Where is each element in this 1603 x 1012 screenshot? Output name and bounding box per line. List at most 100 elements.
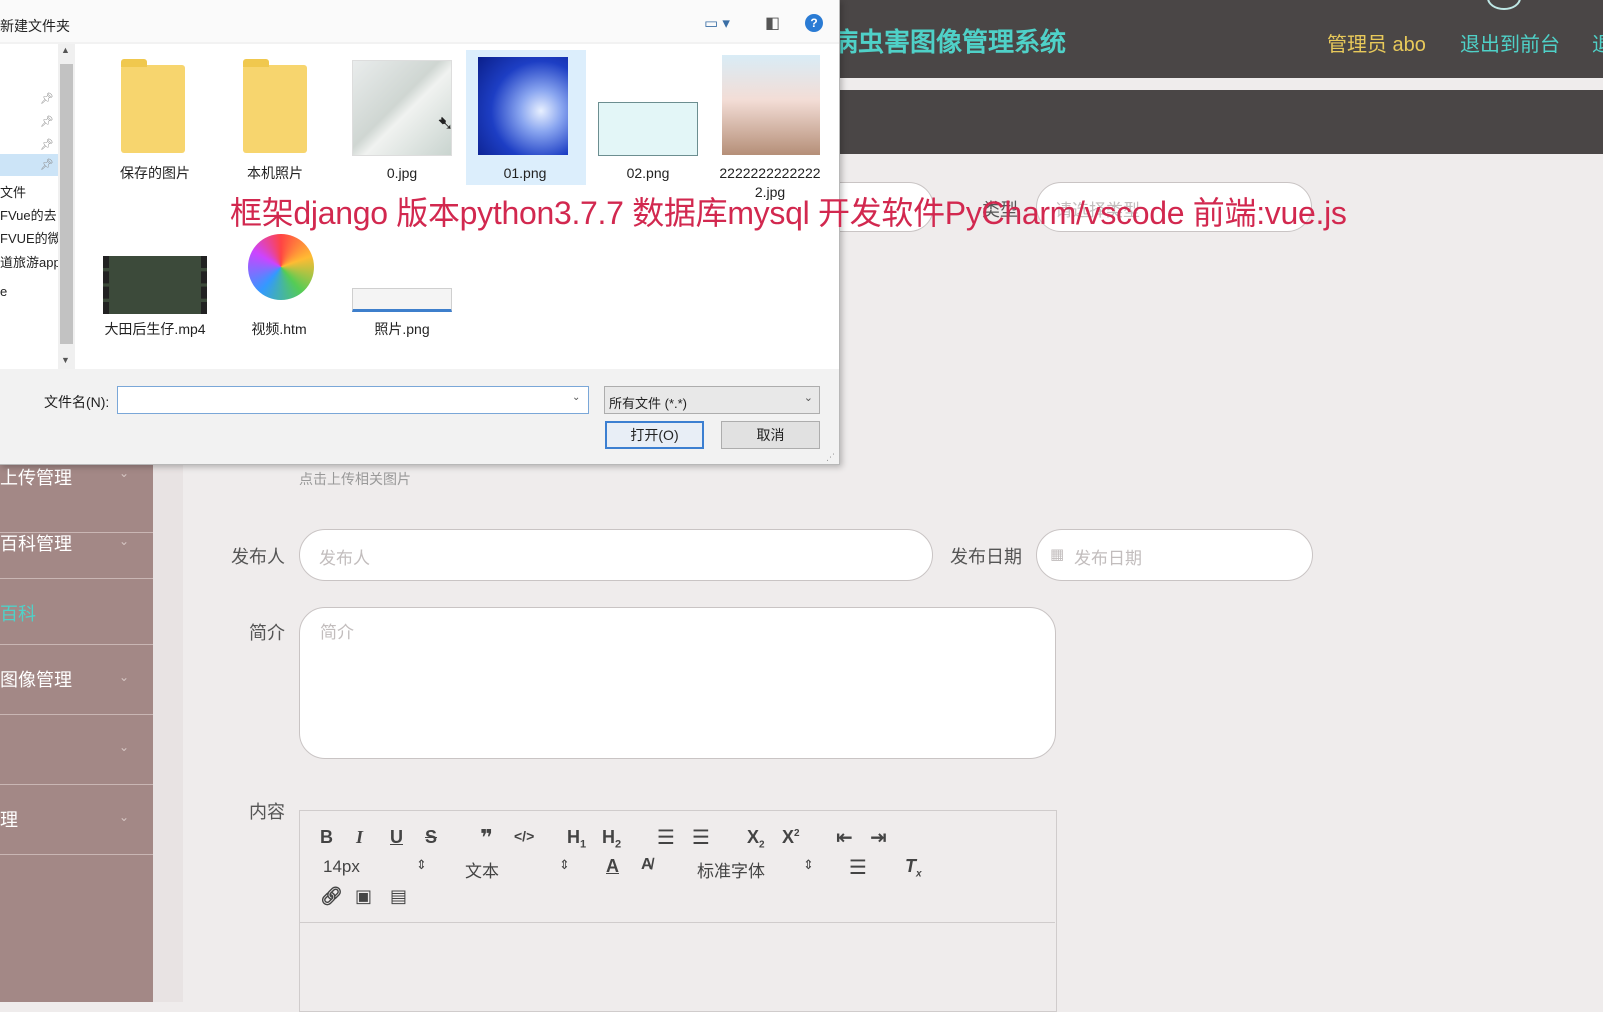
open-button[interactable]: 打开(O) <box>605 421 704 449</box>
folder-icon <box>243 59 307 153</box>
chevron-down-icon: ⌄ <box>118 740 129 754</box>
blockquote-icon[interactable]: ❞ <box>480 825 493 851</box>
publisher-label: 发布人 <box>231 547 285 567</box>
nav-item[interactable]: 道旅游app <box>0 252 58 271</box>
font-color-icon[interactable]: A <box>606 856 619 877</box>
new-folder-button[interactable]: 新建文件夹 <box>0 16 70 36</box>
sidebar-item-image-manage[interactable]: 图像管理 ⌄ <box>0 644 153 715</box>
browser-icon <box>248 234 314 300</box>
filename-input[interactable] <box>117 386 589 414</box>
scrollbar-thumb[interactable] <box>60 64 73 344</box>
bullet-list-icon[interactable]: ☰ <box>692 825 710 850</box>
video-thumbnail <box>103 256 207 314</box>
file-name: 保存的图片 <box>120 165 190 181</box>
date-label: 发布日期 <box>950 547 1022 567</box>
image-thumbnail <box>352 288 452 312</box>
calendar-icon: ▦ <box>1050 546 1065 563</box>
font-size-arrow-icon: ⇕ <box>416 857 427 872</box>
intro-placeholder: 简介 <box>320 623 354 642</box>
cursor-icon: ➷ <box>437 113 454 135</box>
nav-item[interactable]: FVue的去 <box>0 205 57 224</box>
filetype-select[interactable]: 所有文件 (*.*) ⌄ <box>604 386 820 414</box>
chevron-down-icon: ⌄ <box>118 534 129 548</box>
indent-icon[interactable]: ⇥ <box>870 825 887 850</box>
video-icon[interactable]: ▤ <box>390 886 407 907</box>
sidebar-item-wiki-manage[interactable]: 百科管理 ⌄ <box>0 508 153 579</box>
chevron-down-icon[interactable]: ⌄ <box>572 392 580 403</box>
underline-icon[interactable]: U <box>390 827 403 848</box>
file-name: 01.png <box>503 165 547 181</box>
sidebar-item-wiki[interactable]: 百科 <box>0 578 153 645</box>
clear-format-icon[interactable]: Tx <box>905 856 922 880</box>
publisher-input[interactable] <box>299 529 933 581</box>
intro-label: 简介 <box>249 623 285 643</box>
chevron-down-icon: ⌄ <box>118 466 129 480</box>
nav-item[interactable]: FVUE的微 <box>0 228 58 247</box>
system-title: 病虫害图像管理系统 <box>832 27 1067 57</box>
help-icon[interactable]: ? <box>805 14 823 32</box>
sidebar-item-label: 图像管理 <box>0 670 72 690</box>
italic-icon[interactable]: I <box>356 827 363 848</box>
pin-icon: 📌︎ <box>40 116 54 128</box>
exit-link[interactable]: 退 <box>1592 28 1603 57</box>
code-icon[interactable]: </> <box>514 828 534 844</box>
file-item[interactable]: 视频.htm <box>220 232 338 344</box>
file-name: 大田后生仔.mp4 <box>104 321 206 337</box>
nav-item[interactable]: 文件 <box>0 182 26 201</box>
file-name: 本机照片 <box>247 165 303 181</box>
file-item[interactable]: 大田后生仔.mp4 <box>96 244 214 344</box>
view-options-icon[interactable]: ▭ ▾ <box>704 14 730 32</box>
heading-select[interactable]: 文本 <box>465 857 499 882</box>
navigation-pane: 📌︎ 📌︎ 📌︎ 📌︎ 文件 FVue的去 FVUE的微 道旅游app e <box>0 44 58 369</box>
sidebar: 上传管理 ⌄ 百科管理 ⌄ 百科 图像管理 ⌄ ⌄ 理 ⌄ <box>0 462 153 1002</box>
overlay-caption: 框架django 版本python3.7.7 数据库mysql 开发软件PyCh… <box>230 195 1347 231</box>
file-item[interactable]: 01.png <box>466 52 584 182</box>
font-size-select[interactable]: 14px <box>323 857 360 877</box>
file-item[interactable]: 本机照片 <box>216 52 334 182</box>
file-name: 0.jpg <box>386 165 418 181</box>
strikethrough-icon[interactable]: S <box>425 827 437 848</box>
sidebar-item-blank[interactable]: ⌄ <box>0 714 153 785</box>
exit-to-front-link[interactable]: 退出到前台 <box>1460 28 1560 57</box>
file-item[interactable]: 22222222222222.jpg <box>712 52 830 202</box>
upload-hint: 点击上传相关图片 <box>299 471 411 487</box>
image-icon[interactable]: ▣ <box>355 886 372 907</box>
cancel-button[interactable]: 取消 <box>721 421 820 449</box>
chevron-down-icon: ⌄ <box>803 392 813 404</box>
intro-textarea[interactable] <box>299 607 1056 759</box>
sidebar-item-manage[interactable]: 理 ⌄ <box>0 784 153 855</box>
file-item[interactable]: 保存的图片 <box>96 52 214 182</box>
link-icon[interactable]: 🔗︎ <box>320 886 343 907</box>
font-family-select[interactable]: 标准字体 <box>697 857 765 882</box>
subscript-icon[interactable]: X2 <box>747 827 765 851</box>
file-name: 照片.png <box>374 321 430 337</box>
bold-icon[interactable]: B <box>320 827 333 848</box>
pin-icon: 📌︎ <box>40 93 54 105</box>
filename-label: 文件名(N): <box>44 394 110 410</box>
superscript-icon[interactable]: X2 <box>782 827 800 848</box>
editor-toolbar-divider <box>299 922 1055 923</box>
sidebar-item-label: 百科管理 <box>0 534 72 554</box>
background-color-icon[interactable]: A̸ <box>641 856 653 874</box>
heading2-icon[interactable]: H2 <box>602 827 621 851</box>
chevron-down-icon: ⌄ <box>118 670 129 684</box>
main-left-strip <box>153 462 183 1002</box>
image-thumbnail <box>352 60 452 156</box>
heading-arrow-icon: ⇕ <box>559 857 570 872</box>
pin-icon: 📌︎ <box>40 139 54 151</box>
resize-grip-icon[interactable]: ⋰ <box>826 452 835 463</box>
nav-item[interactable]: e <box>0 284 7 299</box>
content-label: 内容 <box>249 802 285 822</box>
image-thumbnail <box>478 57 568 155</box>
ordered-list-icon[interactable]: ☰ <box>657 825 675 850</box>
file-item[interactable]: 照片.png <box>343 244 461 344</box>
align-icon[interactable]: ☰ <box>849 855 867 880</box>
heading1-icon[interactable]: H1 <box>567 827 586 851</box>
file-item[interactable]: 02.png <box>589 52 707 182</box>
outdent-icon[interactable]: ⇤ <box>836 825 853 850</box>
rich-text-editor[interactable] <box>299 810 1057 1012</box>
preview-pane-icon[interactable]: ◧ <box>765 13 780 33</box>
scroll-up-icon[interactable]: ▲ <box>61 45 70 55</box>
scroll-down-icon[interactable]: ▼ <box>61 355 70 365</box>
sidebar-item-label: 百科 <box>0 604 36 624</box>
